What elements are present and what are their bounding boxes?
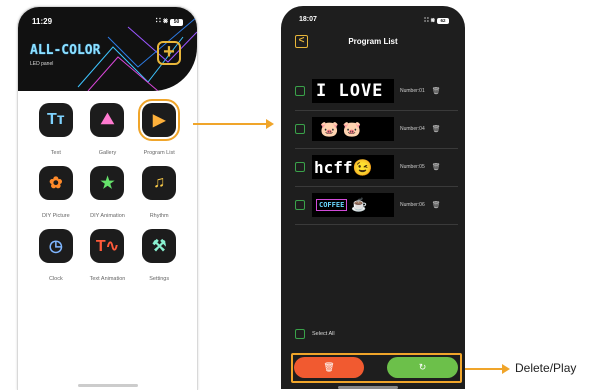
menu-item-label: DIY Animation — [90, 213, 125, 219]
delete-button[interactable]: 🗑 — [294, 357, 364, 378]
status-icons: ∷ ⨳ 50 — [156, 16, 183, 26]
program-preview: 🐷 🐷 — [312, 117, 394, 141]
menu-item-clock[interactable]: ◷ Clock — [30, 229, 82, 282]
diy-picture-icon[interactable]: ✿ — [38, 166, 73, 200]
program-preview: hcff😉 — [312, 155, 394, 179]
callout-arrow-head-icon — [266, 119, 274, 129]
menu-item-label: Rhythm — [149, 213, 169, 219]
menu-item-label: Settings — [149, 276, 170, 282]
program-row[interactable]: hcff😉 Number:05 🗑 — [295, 148, 458, 187]
program-list-icon[interactable]: ▶ — [138, 99, 181, 141]
menu-item-label: DIY Picture — [41, 213, 70, 219]
callout-arrow-line — [465, 368, 504, 370]
app-header: 11:29 ∷ ⨳ 50 ALL-COLOR LED panel + — [18, 7, 197, 91]
menu-item-label: Gallery — [98, 150, 117, 156]
status-bar: 18:07 ∷ ⨳ 62 — [299, 16, 449, 25]
program-row[interactable]: I LOVE Y Number:01 🗑 — [295, 72, 458, 111]
menu-item-text[interactable]: Tᴛ Text — [30, 103, 82, 156]
menu-item-label: Text Animation — [89, 276, 126, 282]
phone-program-list-screen: 18:07 ∷ ⨳62 < Program List I LOVE Y Numb… — [281, 6, 465, 389]
program-number: Number:01 — [400, 88, 425, 94]
play-button[interactable]: ↻ — [387, 357, 458, 378]
text-icon[interactable]: Tᴛ — [38, 103, 73, 137]
select-all-checkbox[interactable] — [295, 329, 305, 339]
signal-wifi-icon: ∷ ⨳ — [424, 17, 435, 24]
text-animation-icon[interactable]: T∿ — [90, 229, 125, 263]
menu-item-label: Program List — [143, 150, 175, 156]
program-checkbox[interactable] — [295, 162, 305, 172]
app-logo-subtitle: LED panel — [30, 61, 54, 67]
feature-grid: Tᴛ Text ⛰ Gallery ▶ Program List ✿ DIY P… — [30, 99, 185, 282]
settings-icon[interactable]: ⚒ — [142, 229, 177, 263]
play-icon: ↻ — [418, 362, 427, 372]
program-checkbox[interactable] — [295, 86, 305, 96]
select-all-label: Select All — [312, 331, 335, 337]
menu-item-gallery[interactable]: ⛰ Gallery — [82, 103, 134, 156]
callout-arrow-line — [193, 123, 269, 125]
preview-text: hcff😉 — [314, 157, 373, 177]
menu-item-program-list[interactable]: ▶ Program List — [133, 99, 185, 156]
gallery-icon[interactable]: ⛰ — [90, 103, 125, 137]
callout-arrow-head-icon — [502, 364, 510, 374]
callout-label: Delete/Play — [515, 361, 577, 375]
pig-image-icon: 🐷 🐷 — [320, 121, 362, 138]
program-number: Number:04 — [400, 126, 425, 132]
phone-home-screen: 11:29 ∷ ⨳ 50 ALL-COLOR LED panel + Tᴛ Tex… — [17, 6, 198, 390]
trash-icon[interactable]: 🗑 — [432, 163, 441, 171]
home-indicator — [78, 384, 138, 387]
program-checkbox[interactable] — [295, 124, 305, 134]
battery-icon: 62 — [437, 18, 449, 24]
trash-icon[interactable]: 🗑 — [432, 87, 441, 95]
coffee-cup-icon: ☕ — [351, 197, 368, 212]
menu-item-label: Clock — [48, 276, 63, 282]
program-checkbox[interactable] — [295, 200, 305, 210]
program-number: Number:06 — [400, 202, 425, 208]
diy-animation-icon[interactable]: ★ — [90, 166, 125, 200]
select-all[interactable]: Select All — [295, 329, 335, 339]
trash-icon: 🗑 — [323, 362, 335, 372]
preview-text: COFFEE — [316, 199, 348, 211]
clock-icon[interactable]: ◷ — [38, 229, 73, 263]
status-icons: ∷ ⨳ 62 — [424, 16, 449, 25]
status-bar: 11:29 ∷ ⨳ 50 — [32, 15, 183, 27]
signal-wifi-icon: ∷ ⨳ — [155, 16, 168, 25]
menu-item-label: Text — [50, 150, 61, 156]
menu-item-rhythm[interactable]: ♫ Rhythm — [133, 166, 185, 219]
add-button[interactable]: + — [157, 41, 181, 65]
status-time: 18:07 — [299, 16, 317, 23]
program-row[interactable]: COFFEE ☕ Number:06 🗑 — [295, 186, 458, 225]
trash-icon[interactable]: 🗑 — [432, 201, 441, 209]
battery-icon: 50 — [170, 19, 183, 26]
app-logo: ALL-COLOR — [30, 43, 101, 58]
program-row[interactable]: 🐷 🐷 Number:04 🗑 — [295, 110, 458, 149]
status-time: 11:29 — [32, 16, 53, 26]
menu-item-diy-animation[interactable]: ★ DIY Animation — [82, 166, 134, 219]
rhythm-icon[interactable]: ♫ — [142, 166, 177, 200]
menu-item-diy-picture[interactable]: ✿ DIY Picture — [30, 166, 82, 219]
program-preview: COFFEE ☕ — [312, 193, 394, 217]
page-title: Program List — [348, 37, 398, 46]
preview-text: I LOVE Y — [316, 81, 394, 101]
program-preview: I LOVE Y — [312, 79, 394, 103]
menu-item-settings[interactable]: ⚒ Settings — [133, 229, 185, 282]
menu-item-text-animation[interactable]: T∿ Text Animation — [82, 229, 134, 282]
trash-icon[interactable]: 🗑 — [432, 125, 441, 133]
program-number: Number:05 — [400, 164, 425, 170]
